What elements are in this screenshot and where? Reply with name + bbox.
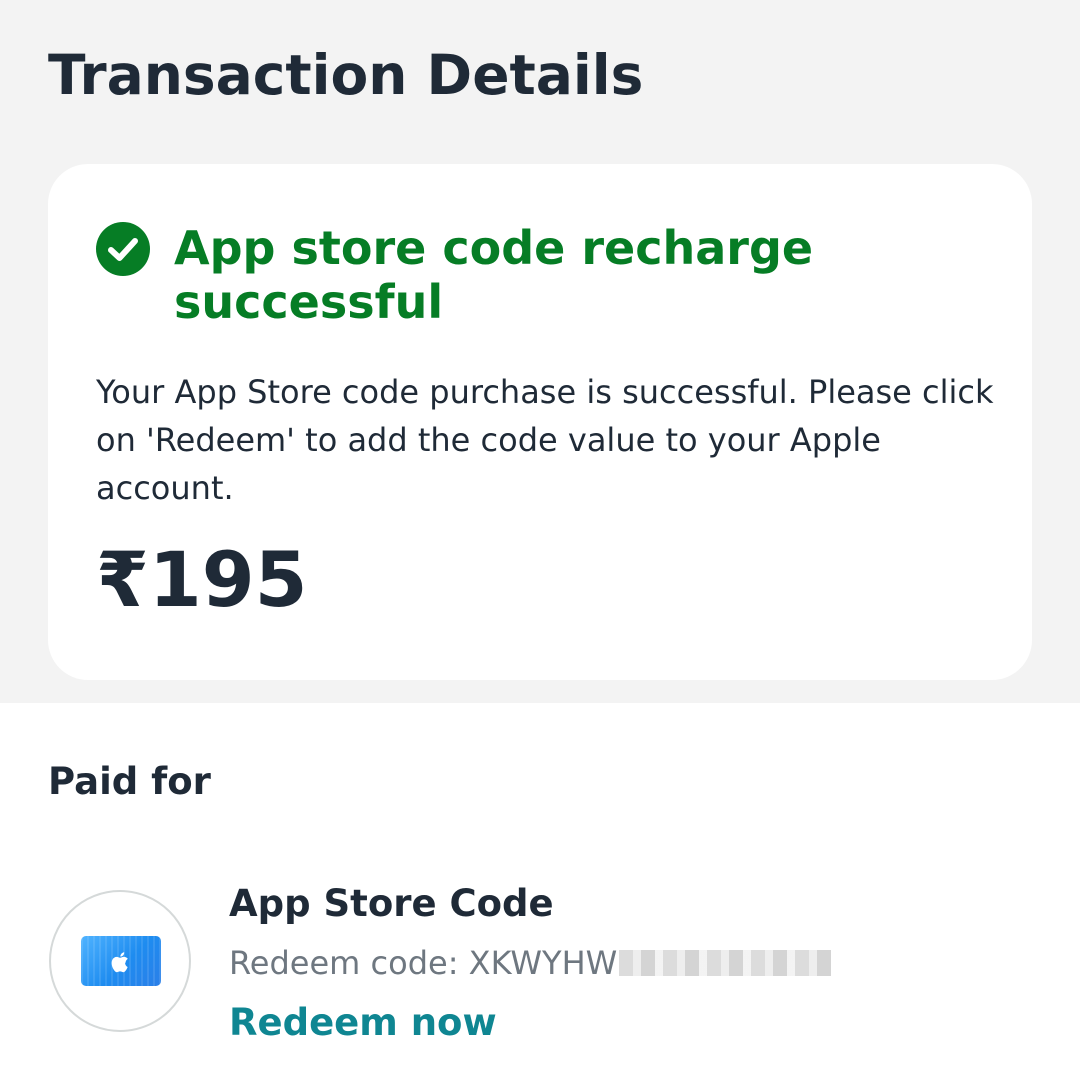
status-title: App store code recharge successful <box>174 221 814 329</box>
redeem-code: Redeem code: XKWYHW <box>229 940 832 986</box>
check-circle-icon <box>96 222 150 276</box>
status-message: Your App Store code purchase is successf… <box>96 373 994 507</box>
status-card: App store code recharge successful Your … <box>48 164 1032 680</box>
paid-for-heading: Paid for <box>48 760 211 803</box>
page-title: Transaction Details <box>48 43 644 107</box>
transaction-summary-section: Transaction Details App store code recha… <box>0 0 1080 703</box>
product-avatar <box>49 890 191 1032</box>
redeem-code-label: Redeem code: XKWYHW <box>229 944 618 982</box>
redeem-now-link[interactable]: Redeem now <box>229 998 497 1048</box>
redacted-code-mask <box>619 950 832 976</box>
product-name: App Store Code <box>229 882 554 925</box>
transaction-amount: ₹195 <box>96 535 308 624</box>
apple-gift-card-icon <box>81 936 161 986</box>
